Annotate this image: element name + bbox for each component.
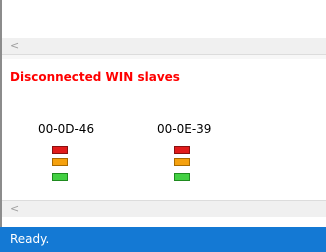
status-led-green-icon (52, 173, 68, 181)
device-item[interactable]: 00-0E-39 (157, 122, 227, 136)
device-item[interactable]: 00-0D-46 (38, 122, 108, 136)
device-name: 00-0E-39 (157, 122, 212, 136)
device-name: 00-0D-46 (38, 122, 95, 136)
status-led-orange-icon (52, 158, 68, 166)
status-text: Ready. (10, 232, 50, 246)
status-led-red-icon (174, 146, 190, 154)
status-led-green-icon (174, 173, 190, 181)
status-led-orange-icon (174, 158, 190, 166)
scroll-left-arrow-icon[interactable]: < (10, 38, 19, 54)
window-left-border (0, 0, 2, 227)
top-horizontal-scrollbar[interactable]: < (2, 38, 326, 55)
panel-header-strip (2, 55, 326, 59)
scroll-left-arrow-icon[interactable]: < (10, 201, 19, 217)
status-bar: Ready. (0, 227, 326, 252)
bottom-horizontal-scrollbar[interactable]: < (2, 200, 326, 217)
status-led-red-icon (52, 146, 68, 154)
panel-title: Disconnected WIN slaves (10, 70, 180, 84)
